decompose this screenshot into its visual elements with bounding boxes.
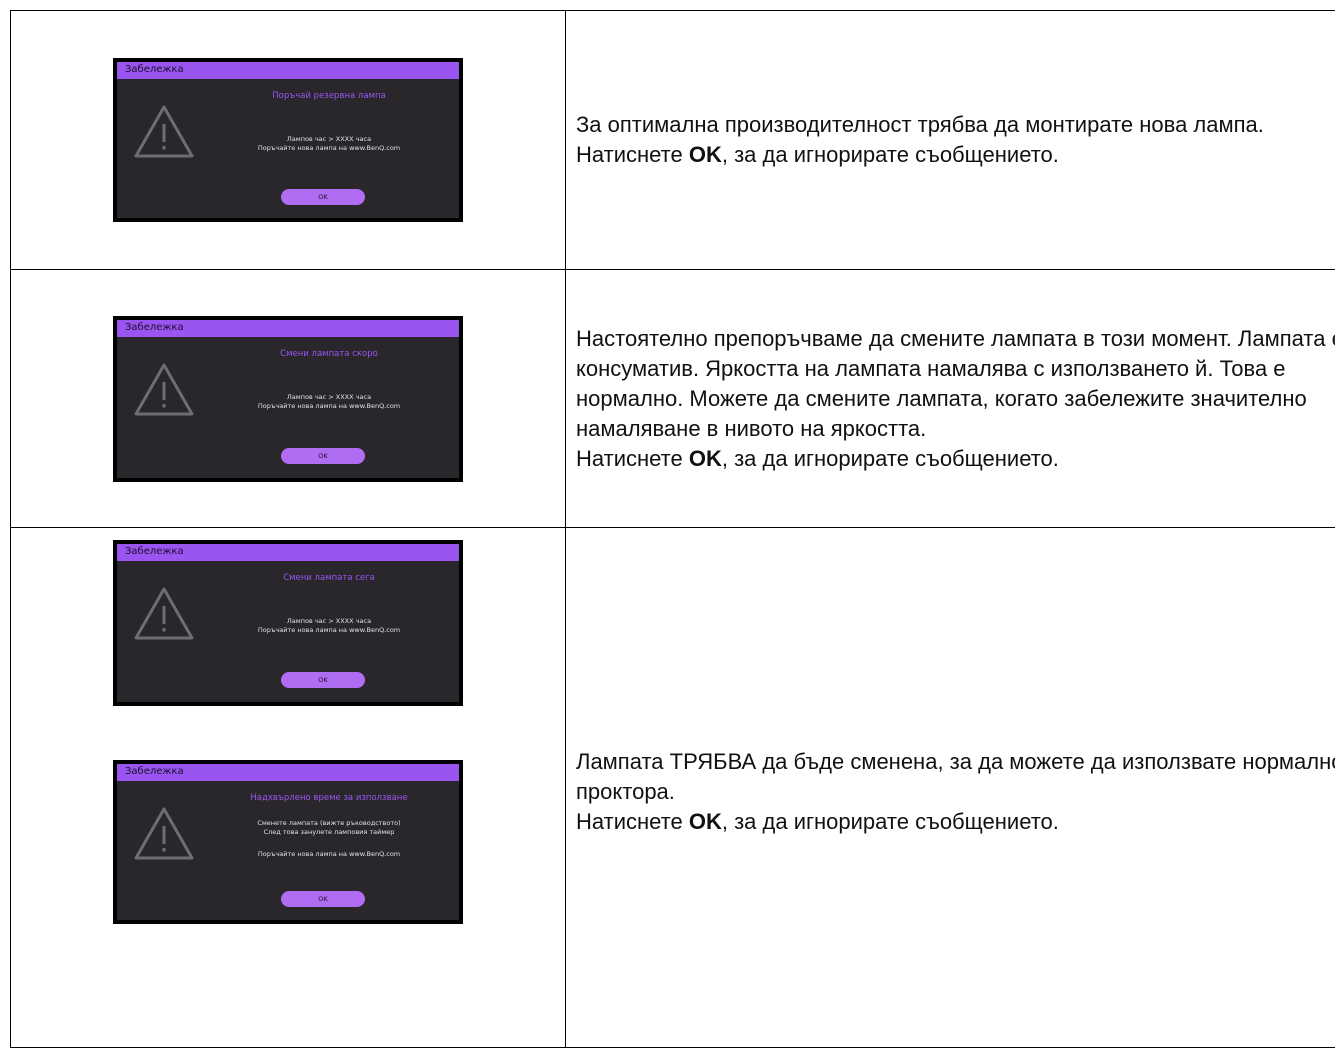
order-lamp-text: Поръчайте нова лампа на www.BenQ.com — [209, 626, 449, 634]
dialog-heading: Надхвърлено време за използване — [209, 793, 449, 803]
dialog-heading: Поръчай резервна лампа — [209, 91, 449, 101]
lamp-overtime-dialog: Забележка Надхвърлено време за използван… — [113, 760, 463, 924]
dialog-heading: Смени лампата сега — [209, 573, 449, 583]
dialog-title: Забележка — [125, 546, 184, 557]
ok-button[interactable]: OK — [281, 448, 365, 464]
dialog-title-bar: Забележка — [117, 62, 459, 79]
dialog-title-bar: Забележка — [117, 764, 459, 781]
ok-button[interactable]: OK — [281, 891, 365, 907]
order-lamp-text: Поръчайте нова лампа на www.BenQ.com — [209, 144, 449, 152]
replace-lamp-text: Сменете лампата (вижте ръководството) — [209, 819, 449, 827]
description-cell: Лампата ТРЯБВА да бъде сменена, за да мо… — [566, 528, 1335, 1048]
description-text: Лампата ТРЯБВА да бъде сменена, за да мо… — [576, 747, 1335, 807]
dialog-title: Забележка — [125, 766, 184, 777]
dialog-title: Забележка — [125, 322, 184, 333]
warning-triangle-icon — [133, 806, 195, 862]
warning-triangle-icon — [133, 104, 195, 160]
lamp-notice-dialog: Забележка Смени лампата скоро Лампов час… — [113, 316, 463, 482]
reset-timer-text: След това занулете ламповия таймер — [209, 828, 449, 836]
ok-keyword: OK — [689, 809, 722, 834]
dialog-heading: Смени лампата скоро — [209, 349, 449, 359]
dialog-image-cell: Забележка Смени лампата сега Лампов час … — [11, 528, 566, 1048]
warning-triangle-icon — [133, 362, 195, 418]
description-text: Натиснете OK, за да игнорирате съобщение… — [576, 444, 1335, 474]
description-cell: Настоятелно препоръчваме да смените ламп… — [566, 270, 1335, 528]
table-row: Забележка Смени лампата сега Лампов час … — [11, 528, 1335, 1048]
description-cell: За оптимална производителност трябва да … — [566, 11, 1335, 270]
dialog-title: Забележка — [125, 64, 184, 75]
dialog-image-cell: Забележка Поръчай резервна лампа Лампов … — [11, 11, 566, 270]
ok-button[interactable]: OK — [281, 189, 365, 205]
dialog-title-bar: Забележка — [117, 544, 459, 561]
description-text: Натиснете OK, за да игнорирате съобщение… — [576, 807, 1335, 837]
lamp-hours-text: Лампов час > XXXX часа — [209, 617, 449, 625]
order-lamp-text: Поръчайте нова лампа на www.BenQ.com — [209, 850, 449, 858]
table-row: Забележка Поръчай резервна лампа Лампов … — [11, 11, 1335, 270]
order-lamp-text: Поръчайте нова лампа на www.BenQ.com — [209, 402, 449, 410]
warning-triangle-icon — [133, 586, 195, 642]
dialog-title-bar: Забележка — [117, 320, 459, 337]
ok-keyword: OK — [689, 142, 722, 167]
dialog-image-cell: Забележка Смени лампата скоро Лампов час… — [11, 270, 566, 528]
lamp-notice-dialog: Забележка Поръчай резервна лампа Лампов … — [113, 58, 463, 222]
lamp-message-table: Забележка Поръчай резервна лампа Лампов … — [10, 10, 1335, 1048]
lamp-notice-dialog: Забележка Смени лампата сега Лампов час … — [113, 540, 463, 706]
table-row: Забележка Смени лампата скоро Лампов час… — [11, 270, 1335, 528]
ok-keyword: OK — [689, 446, 722, 471]
description-text: Настоятелно препоръчваме да смените ламп… — [576, 324, 1335, 444]
ok-button[interactable]: OK — [281, 672, 365, 688]
lamp-hours-text: Лампов час > XXXX часа — [209, 393, 449, 401]
description-text: За оптимална производителност трябва да … — [576, 110, 1335, 170]
lamp-hours-text: Лампов час > XXXX часа — [209, 135, 449, 143]
